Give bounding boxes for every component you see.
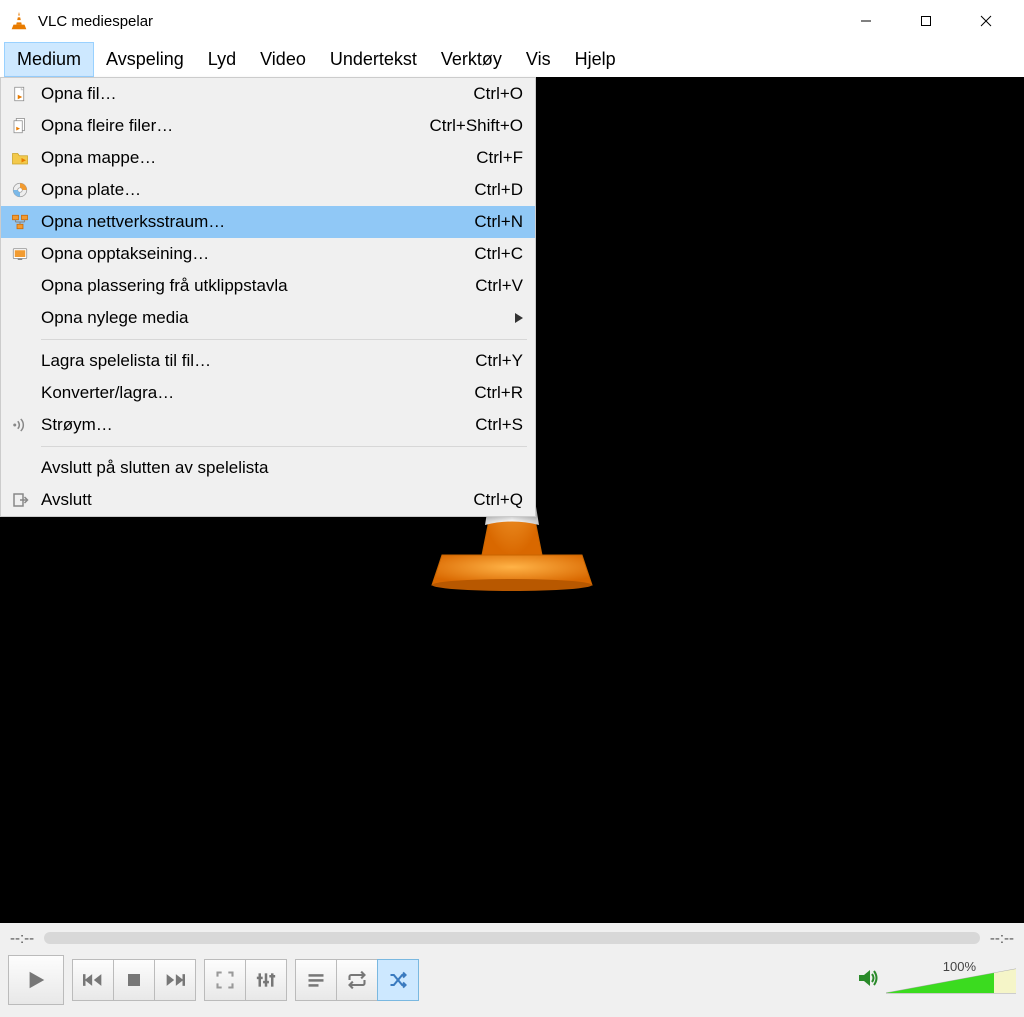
menu-item-label: Avslutt på slutten av spelelista <box>41 458 523 478</box>
menu-item-opna-plate[interactable]: Opna plate…Ctrl+D <box>1 174 535 206</box>
stream-icon <box>9 414 31 436</box>
menu-avspeling[interactable]: Avspeling <box>94 42 196 77</box>
extended-settings-button[interactable] <box>245 959 287 1001</box>
menu-item-label: Konverter/lagra… <box>41 383 474 403</box>
window-title: VLC mediespelar <box>38 13 836 30</box>
menu-item-label: Lagra spelelista til fil… <box>41 351 475 371</box>
menu-item-avslutt-på-slutten-av-spelelista[interactable]: Avslutt på slutten av spelelista <box>1 452 535 484</box>
disc-icon <box>9 179 31 201</box>
quit-icon <box>9 489 31 511</box>
fullscreen-button[interactable] <box>204 959 246 1001</box>
menu-vis[interactable]: Vis <box>514 42 563 77</box>
menu-item-label: Opna plassering frå utklippstavla <box>41 276 475 296</box>
menu-separator <box>41 446 527 447</box>
menu-item-opna-mappe[interactable]: Opna mappe…Ctrl+F <box>1 142 535 174</box>
menu-item-label: Opna nylege media <box>41 308 515 328</box>
menu-item-shortcut: Ctrl+V <box>475 276 523 296</box>
close-button[interactable] <box>956 0 1016 42</box>
menu-item-opna-fil[interactable]: Opna fil…Ctrl+O <box>1 78 535 110</box>
menu-item-konverter-lagra[interactable]: Konverter/lagra…Ctrl+R <box>1 377 535 409</box>
minimize-button[interactable] <box>836 0 896 42</box>
playlist-button[interactable] <box>295 959 337 1001</box>
files-icon <box>9 115 31 137</box>
menu-item-label: Opna fleire filer… <box>41 116 429 136</box>
loop-button[interactable] <box>336 959 378 1001</box>
file-icon <box>9 83 31 105</box>
menu-video[interactable]: Video <box>248 42 318 77</box>
time-total[interactable]: --:-- <box>990 930 1014 947</box>
blank-icon <box>9 350 31 372</box>
maximize-button[interactable] <box>896 0 956 42</box>
menu-item-opna-nylege-media[interactable]: Opna nylege media <box>1 302 535 334</box>
network-icon <box>9 211 31 233</box>
menu-item-shortcut: Ctrl+S <box>475 415 523 435</box>
menu-item-shortcut: Ctrl+O <box>473 84 523 104</box>
blank-icon <box>9 382 31 404</box>
menu-lyd[interactable]: Lyd <box>196 42 248 77</box>
vlc-app-icon <box>8 10 30 32</box>
medium-dropdown-menu: Opna fil…Ctrl+OOpna fleire filer…Ctrl+Sh… <box>0 77 536 517</box>
blank-icon <box>9 457 31 479</box>
menu-item-lagra-spelelista-til-fil[interactable]: Lagra spelelista til fil…Ctrl+Y <box>1 345 535 377</box>
time-elapsed[interactable]: --:-- <box>10 930 34 947</box>
menu-item-shortcut: Ctrl+F <box>476 148 523 168</box>
seek-row: --:-- --:-- <box>0 923 1024 953</box>
capture-icon <box>9 243 31 265</box>
menu-item-shortcut: Ctrl+Q <box>473 490 523 510</box>
menu-verktøy[interactable]: Verktøy <box>429 42 514 77</box>
menu-item-opna-plassering-frå-utklippstavla[interactable]: Opna plassering frå utklippstavlaCtrl+V <box>1 270 535 302</box>
blank-icon <box>9 307 31 329</box>
folder-icon <box>9 147 31 169</box>
blank-icon <box>9 275 31 297</box>
menu-undertekst[interactable]: Undertekst <box>318 42 429 77</box>
menu-item-opna-nettverksstraum[interactable]: Opna nettverksstraum…Ctrl+N <box>1 206 535 238</box>
menu-item-opna-opptakseining[interactable]: Opna opptakseining…Ctrl+C <box>1 238 535 270</box>
controls-row: 100% <box>0 953 1024 1007</box>
shuffle-button[interactable] <box>377 959 419 1001</box>
volume-label: 100% <box>943 959 976 974</box>
menu-hjelp[interactable]: Hjelp <box>563 42 628 77</box>
menu-item-label: Opna mappe… <box>41 148 476 168</box>
menu-item-label: Opna nettverksstraum… <box>41 212 474 232</box>
menu-item-shortcut: Ctrl+C <box>474 244 523 264</box>
submenu-arrow-icon <box>515 308 523 328</box>
menu-item-label: Strøym… <box>41 415 475 435</box>
menu-medium[interactable]: Medium <box>4 42 94 77</box>
play-button[interactable] <box>8 955 64 1005</box>
menu-item-avslutt[interactable]: AvsluttCtrl+Q <box>1 484 535 516</box>
titlebar: VLC mediespelar <box>0 0 1024 42</box>
menu-item-label: Opna plate… <box>41 180 474 200</box>
playback-group <box>72 959 196 1001</box>
menu-item-shortcut: Ctrl+R <box>474 383 523 403</box>
menu-item-label: Opna opptakseining… <box>41 244 474 264</box>
menu-item-shortcut: Ctrl+Shift+O <box>429 116 523 136</box>
previous-button[interactable] <box>72 959 114 1001</box>
menu-item-label: Opna fil… <box>41 84 473 104</box>
stop-button[interactable] <box>113 959 155 1001</box>
playlist-group <box>295 959 419 1001</box>
menu-item-label: Avslutt <box>41 490 473 510</box>
menu-item-shortcut: Ctrl+N <box>474 212 523 232</box>
menu-item-opna-fleire-filer[interactable]: Opna fleire filer…Ctrl+Shift+O <box>1 110 535 142</box>
bottom-panel: --:-- --:-- <box>0 923 1024 1017</box>
menubar: MediumAvspelingLydVideoUndertekstVerktøy… <box>0 42 1024 77</box>
menu-separator <box>41 339 527 340</box>
window-controls <box>836 0 1016 42</box>
seek-slider[interactable] <box>44 932 980 944</box>
menu-item-strøym[interactable]: Strøym…Ctrl+S <box>1 409 535 441</box>
volume-area: 100% <box>856 965 1016 995</box>
menu-item-shortcut: Ctrl+Y <box>475 351 523 371</box>
next-button[interactable] <box>154 959 196 1001</box>
speaker-icon[interactable] <box>856 966 880 995</box>
view-group <box>204 959 287 1001</box>
menu-item-shortcut: Ctrl+D <box>474 180 523 200</box>
